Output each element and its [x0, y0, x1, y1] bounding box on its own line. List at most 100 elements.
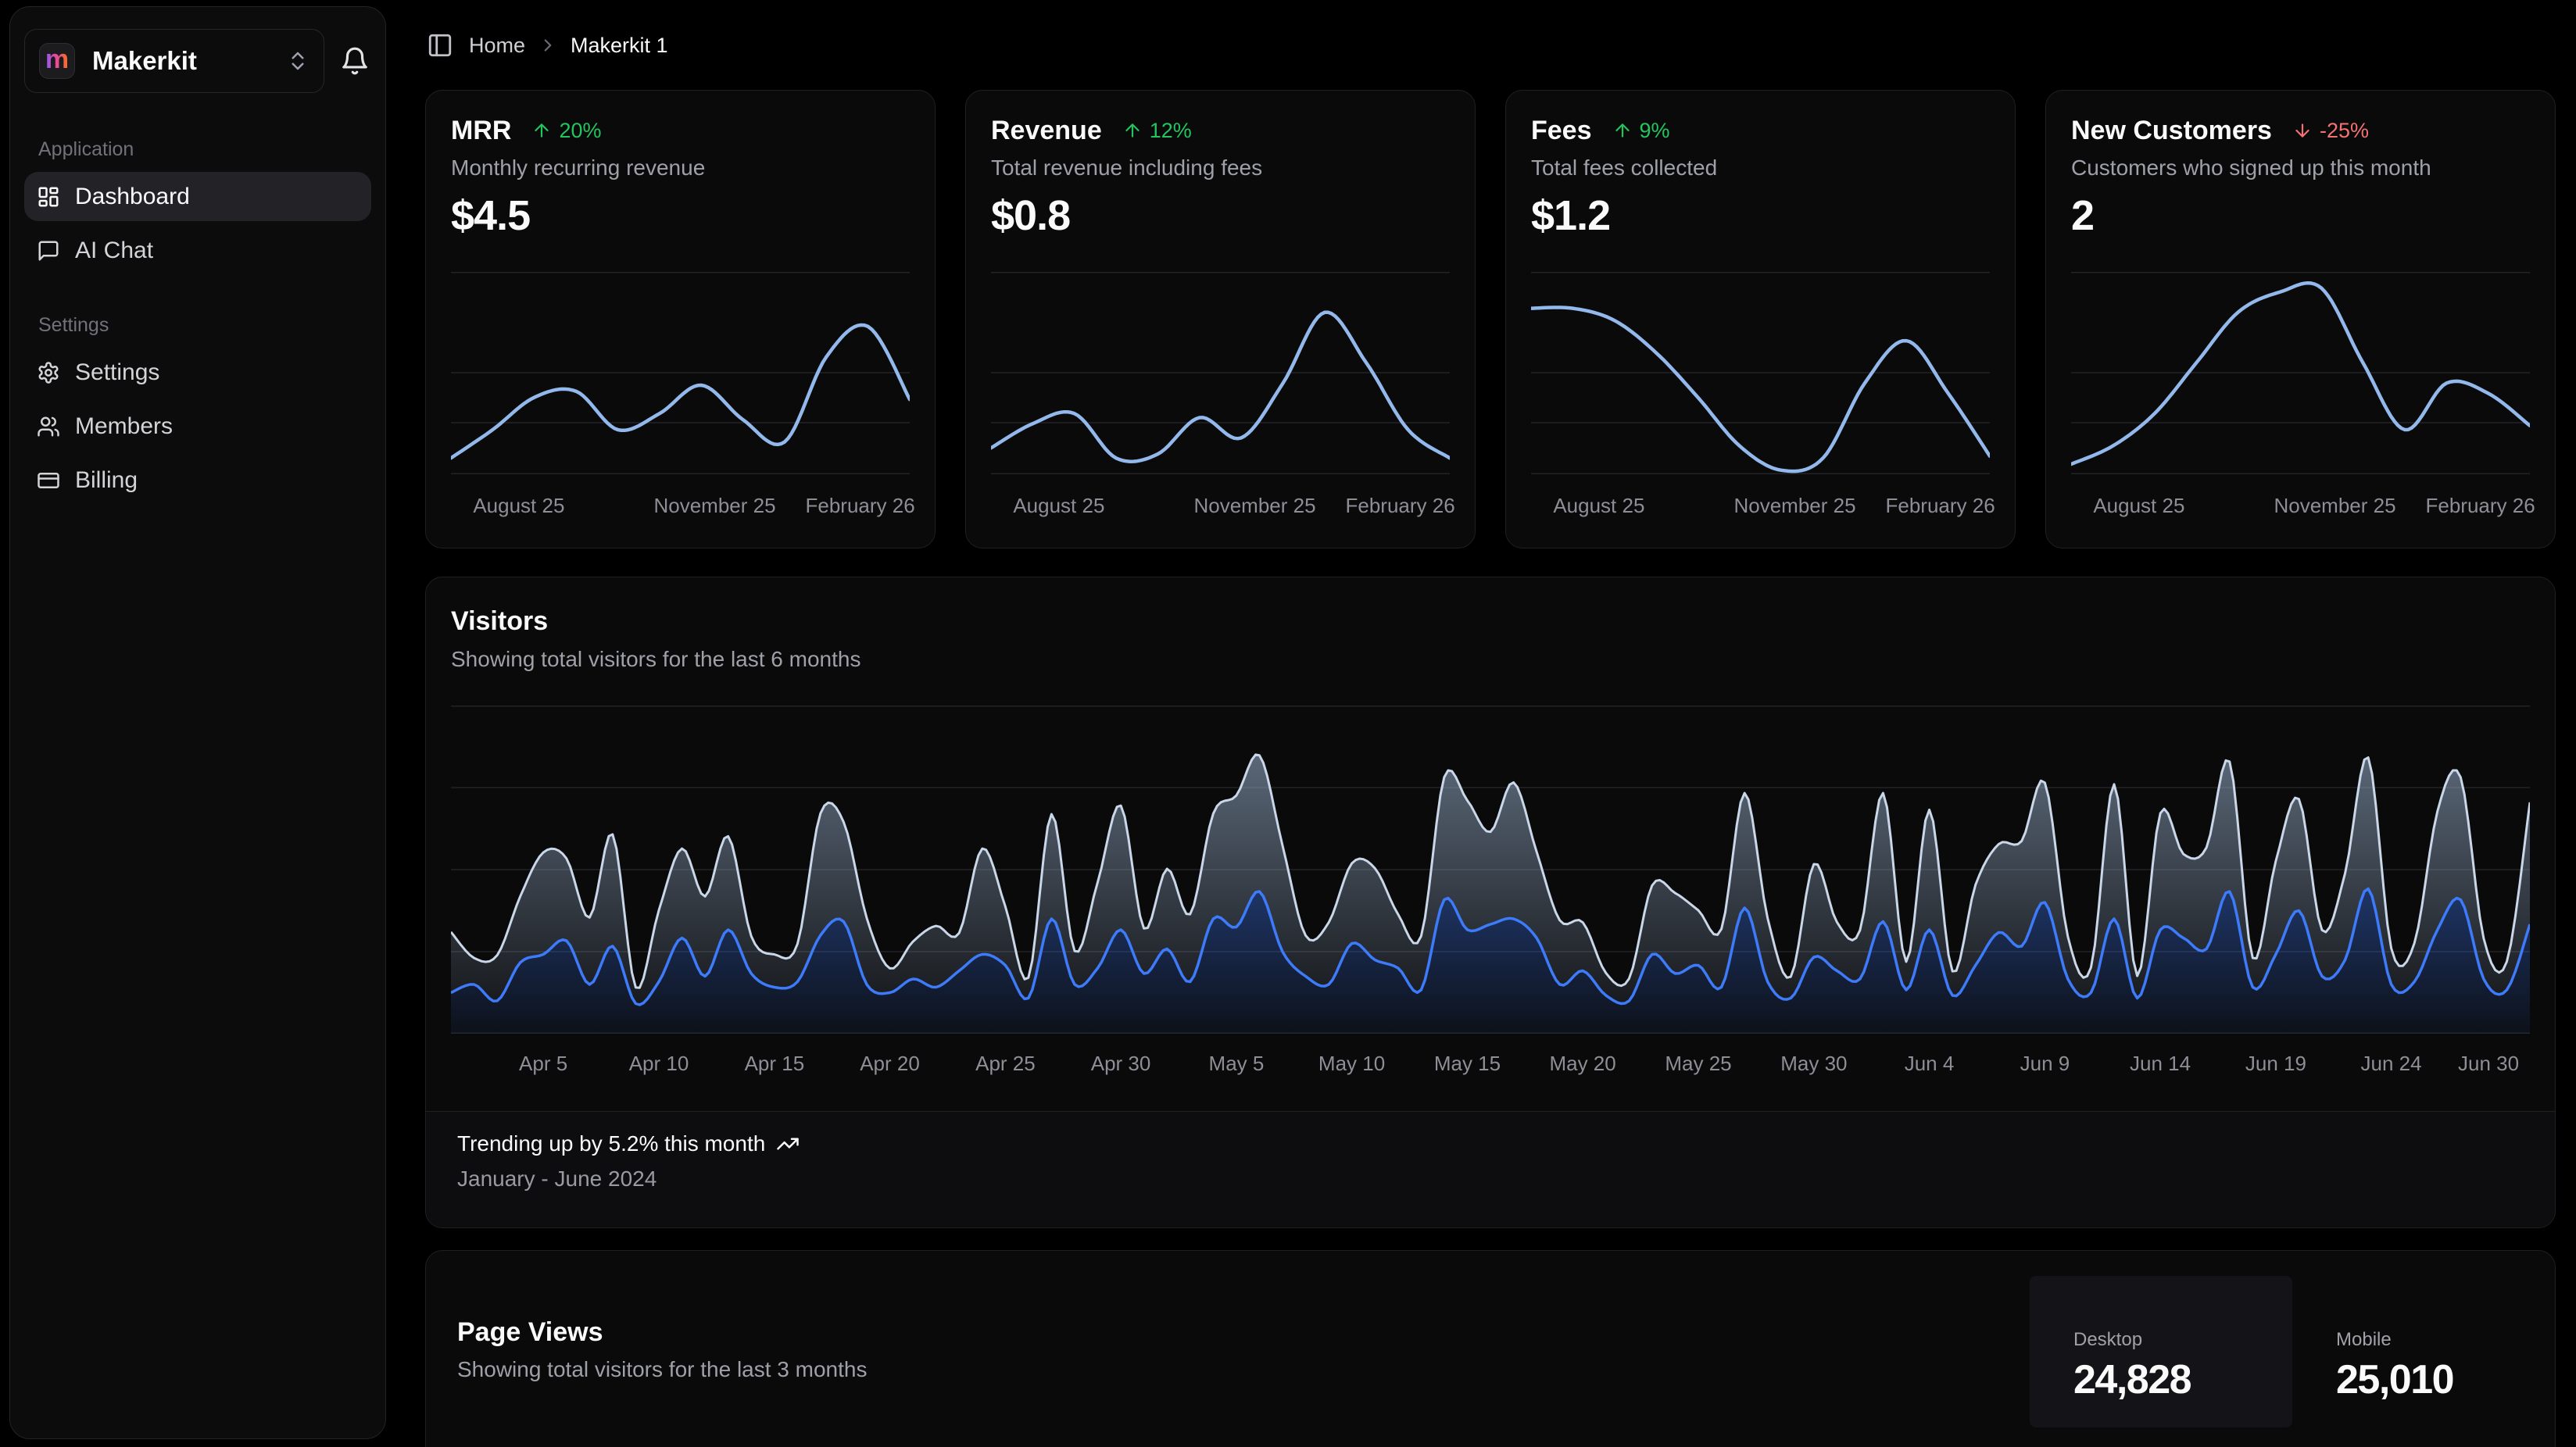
- page-views-stat-value: 25,010: [2336, 1358, 2555, 1402]
- stat-cards-grid: MRR20%Monthly recurring revenue$4.5Augus…: [425, 90, 2556, 548]
- axis-tick-label: May 5: [1209, 1051, 1265, 1076]
- axis-tick-label: Jun 9: [2020, 1051, 2070, 1076]
- stat-card-subtitle: Total revenue including fees: [991, 155, 1450, 180]
- axis-tick-label: May 20: [1549, 1051, 1615, 1076]
- trending-up-icon: [776, 1132, 800, 1156]
- visitors-area-chart[interactable]: [451, 706, 2530, 1034]
- stat-card-title: Fees: [1531, 116, 1592, 146]
- visitors-chart[interactable]: Apr 5Apr 10Apr 15Apr 20Apr 25Apr 30May 5…: [451, 706, 2530, 1076]
- axis-tick-label: November 25: [1193, 493, 1315, 518]
- stat-sparkline: August 25November 25February 26: [991, 272, 1450, 518]
- trend-line: Trending up by 5.2% this month: [457, 1131, 2524, 1156]
- main-content: Home Makerkit 1 MRR20% Monthly recurring …: [425, 0, 2556, 1447]
- axis-tick-label: Apr 10: [629, 1051, 689, 1076]
- stat-card-new-customers: New Customers-25%Customers who signed up…: [2045, 90, 2556, 548]
- stat-card-subtitle: Monthly recurring revenue: [451, 155, 910, 180]
- axis-tick-label: November 25: [653, 493, 775, 518]
- page-views-toggle-mobile[interactable]: Mobile 25,010: [2292, 1276, 2555, 1427]
- topbar: Home Makerkit 1: [425, 28, 2556, 63]
- workspace-selector[interactable]: m Makerkit: [24, 29, 324, 93]
- workspace-row: m Makerkit: [24, 29, 373, 93]
- sparkline-chart: [1531, 272, 1990, 474]
- stat-trend-value: 12%: [1150, 119, 1192, 143]
- axis-tick-label: February 26: [1886, 493, 1995, 518]
- arrow-down-icon: [2292, 120, 2313, 141]
- stat-card-revenue: Revenue12%Total revenue including fees$0…: [965, 90, 1476, 548]
- sidebar-item-label: AI Chat: [75, 238, 153, 264]
- arrow-up-icon: [1122, 120, 1143, 141]
- visitors-card: Visitors Showing total visitors for the …: [425, 577, 2556, 1228]
- sidebar-item-label: Billing: [75, 467, 138, 494]
- axis-tick-label: Jun 30: [2458, 1051, 2519, 1076]
- sparkline-x-axis: August 25November 25February 26: [991, 493, 1450, 518]
- axis-tick-label: May 30: [1780, 1051, 1847, 1076]
- axis-tick-label: May 10: [1318, 1051, 1385, 1076]
- page-views-toggles: Desktop24,828 Mobile 25,010: [2030, 1276, 2555, 1427]
- stat-trend-value: -25%: [2320, 119, 2369, 143]
- workspace-logo-letter: m: [45, 46, 69, 73]
- panel-left-icon: [427, 32, 453, 59]
- breadcrumb-current: Makerkit 1: [571, 34, 668, 58]
- page-views-stat-value: 24,828: [2073, 1358, 2292, 1402]
- visitors-footer: Trending up by 5.2% this month January -…: [426, 1111, 2555, 1227]
- sidebar-item-ai-chat[interactable]: AI Chat: [24, 226, 371, 275]
- sparkline-chart: [991, 272, 1450, 474]
- sidebar: m Makerkit ApplicationDashboardAI ChatSe…: [9, 6, 386, 1439]
- axis-tick-label: February 26: [806, 493, 915, 518]
- sparkline-x-axis: August 25November 25February 26: [2071, 493, 2530, 518]
- axis-tick-label: Apr 30: [1091, 1051, 1151, 1076]
- page-views-stat-label: Mobile: [2336, 1330, 2555, 1350]
- breadcrumb: Home Makerkit 1: [469, 34, 668, 58]
- axis-tick-label: February 26: [2426, 493, 2535, 518]
- stat-card-fees: Fees9%Total fees collected$1.2August 25N…: [1505, 90, 2016, 548]
- trend-text: Trending up by 5.2% this month: [457, 1131, 765, 1156]
- date-range-text: January - June 2024: [457, 1167, 2524, 1192]
- stat-card-mrr: MRR20%Monthly recurring revenue$4.5Augus…: [425, 90, 936, 548]
- axis-tick-label: August 25: [1013, 493, 1104, 518]
- users-icon: [37, 415, 60, 438]
- page-views-toggle-desktop[interactable]: Desktop24,828: [2030, 1276, 2292, 1427]
- axis-tick-label: Jun 4: [1905, 1051, 1955, 1076]
- sparkline-chart: [2071, 272, 2530, 474]
- sidebar-item-billing[interactable]: Billing: [24, 456, 371, 505]
- stat-trend-badge: 20%: [531, 119, 601, 143]
- axis-tick-label: Apr 25: [975, 1051, 1036, 1076]
- axis-tick-label: February 26: [1346, 493, 1455, 518]
- message-square-icon: [37, 239, 60, 263]
- stat-sparkline: August 25November 25February 26: [451, 272, 910, 518]
- stat-trend-badge: -25%: [2292, 119, 2369, 143]
- stat-card-title: New Customers: [2071, 116, 2272, 146]
- axis-tick-label: May 25: [1665, 1051, 1731, 1076]
- chevrons-up-down-icon: [286, 49, 309, 73]
- sidebar-item-label: Settings: [75, 359, 159, 386]
- visitors-title: Visitors: [451, 606, 2530, 637]
- axis-tick-label: Apr 5: [519, 1051, 567, 1076]
- axis-tick-label: Jun 24: [2361, 1051, 2422, 1076]
- axis-tick-label: Apr 20: [860, 1051, 920, 1076]
- stat-card-value: $1.2: [1531, 195, 1990, 237]
- stat-card-header: MRR20%: [451, 116, 910, 145]
- layout-dashboard-icon: [37, 185, 60, 209]
- notifications-button[interactable]: [337, 43, 373, 79]
- sparkline-x-axis: August 25November 25February 26: [1531, 493, 1990, 518]
- nav-section: ApplicationDashboardAI Chat: [24, 140, 371, 275]
- stat-card-header: Fees9%: [1531, 116, 1990, 145]
- breadcrumb-home-link[interactable]: Home: [469, 34, 525, 58]
- sidebar-nav: ApplicationDashboardAI ChatSettingsSetti…: [24, 140, 371, 505]
- sidebar-toggle-button[interactable]: [425, 30, 455, 60]
- sidebar-item-members[interactable]: Members: [24, 402, 371, 451]
- sidebar-item-dashboard[interactable]: Dashboard: [24, 172, 371, 221]
- sparkline-x-axis: August 25November 25February 26: [451, 493, 910, 518]
- visitors-subtitle: Showing total visitors for the last 6 mo…: [451, 648, 2530, 671]
- visitors-x-axis: Apr 5Apr 10Apr 15Apr 20Apr 25Apr 30May 5…: [451, 1051, 2530, 1076]
- sidebar-item-settings[interactable]: Settings: [24, 348, 371, 397]
- credit-card-icon: [37, 469, 60, 492]
- stat-trend-badge: 12%: [1122, 119, 1192, 143]
- axis-tick-label: November 25: [1733, 493, 1855, 518]
- arrow-up-icon: [1612, 120, 1633, 141]
- stat-card-value: 2: [2071, 195, 2530, 237]
- bell-icon: [340, 46, 370, 76]
- axis-tick-label: Jun 14: [2130, 1051, 2191, 1076]
- axis-tick-label: May 15: [1434, 1051, 1501, 1076]
- chevron-right-icon: [538, 35, 558, 55]
